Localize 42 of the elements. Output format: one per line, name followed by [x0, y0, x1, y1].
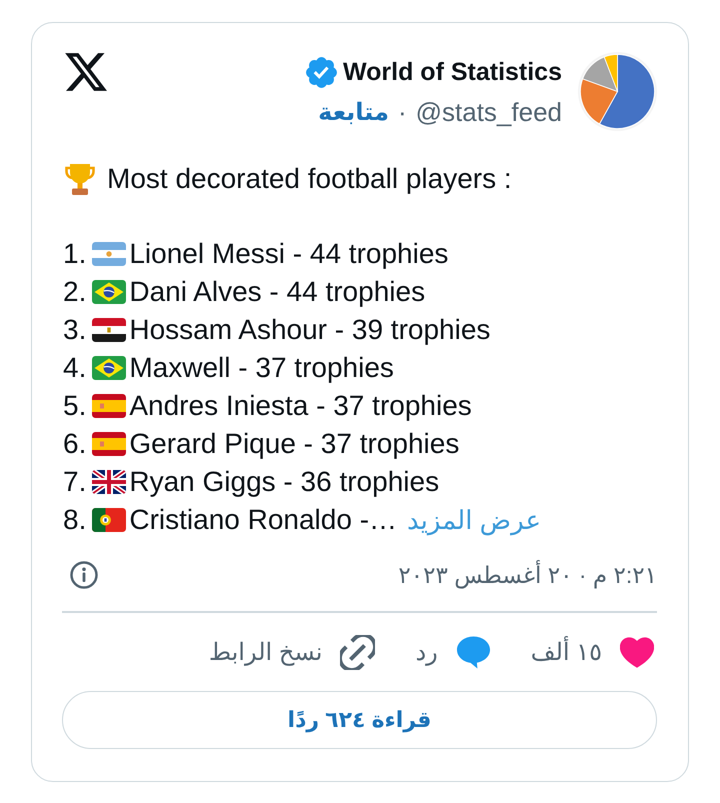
author-handle[interactable]: @stats_feed: [416, 96, 562, 128]
list-number: 2.: [63, 276, 86, 308]
trophy-icon: [63, 162, 97, 196]
player-entry: Cristiano Ronaldo -…: [129, 504, 398, 536]
read-replies-button[interactable]: قراءة ٦٢٤ ردًا: [62, 690, 657, 748]
argentina-flag-icon: [92, 242, 126, 266]
separator-dot: ·: [398, 96, 407, 128]
egypt-flag-icon: [92, 318, 126, 342]
list-number: 4.: [63, 352, 86, 384]
brazil-flag-icon: [92, 280, 126, 304]
brazil-flag-icon: [92, 356, 126, 380]
player-entry: Ryan Giggs - 36 trophies: [129, 466, 440, 498]
player-entry: Gerard Pique - 37 trophies: [129, 428, 460, 460]
tweet-heading: Most decorated football players :: [107, 162, 512, 196]
player-entry: Andres Iniesta - 37 trophies: [129, 390, 472, 422]
list-number: 5.: [63, 390, 86, 422]
player-entry: Lionel Messi - 44 trophies: [129, 238, 448, 270]
speech-bubble-icon: [456, 635, 491, 670]
player-entry: Hossam Ashour - 39 trophies: [129, 314, 490, 346]
spain-flag-icon: [92, 432, 126, 456]
list-number: 3.: [63, 314, 86, 346]
copy-link-button[interactable]: نسخ الرابط: [208, 635, 376, 670]
tweet-timestamp[interactable]: ٢:٢١ م · ٢٠ أغسطس ٢٠٢٣: [398, 562, 657, 588]
like-button[interactable]: ١٥ ألف: [530, 637, 654, 668]
list-number: 6.: [63, 428, 86, 460]
uk-flag-icon: [92, 470, 126, 494]
follow-link[interactable]: متابعة: [318, 98, 389, 126]
x-logo-icon[interactable]: [65, 53, 107, 91]
list-number: 7.: [63, 466, 86, 498]
pie-chart-avatar-icon[interactable]: [578, 52, 657, 131]
portugal-flag-icon: [92, 508, 126, 532]
player-entry: Maxwell - 37 trophies: [129, 352, 394, 384]
show-more-link[interactable]: عرض المزيد: [407, 504, 541, 536]
player-entry: Dani Alves - 44 trophies: [129, 276, 426, 308]
reply-button[interactable]: رد: [415, 635, 491, 670]
info-icon[interactable]: [70, 561, 98, 589]
spain-flag-icon: [92, 394, 126, 418]
list-number: 8.: [63, 504, 86, 536]
author-name[interactable]: World of Statistics: [342, 58, 562, 86]
link-icon: [340, 635, 376, 670]
list-number: 1.: [63, 238, 86, 270]
heart-icon: [620, 637, 654, 668]
